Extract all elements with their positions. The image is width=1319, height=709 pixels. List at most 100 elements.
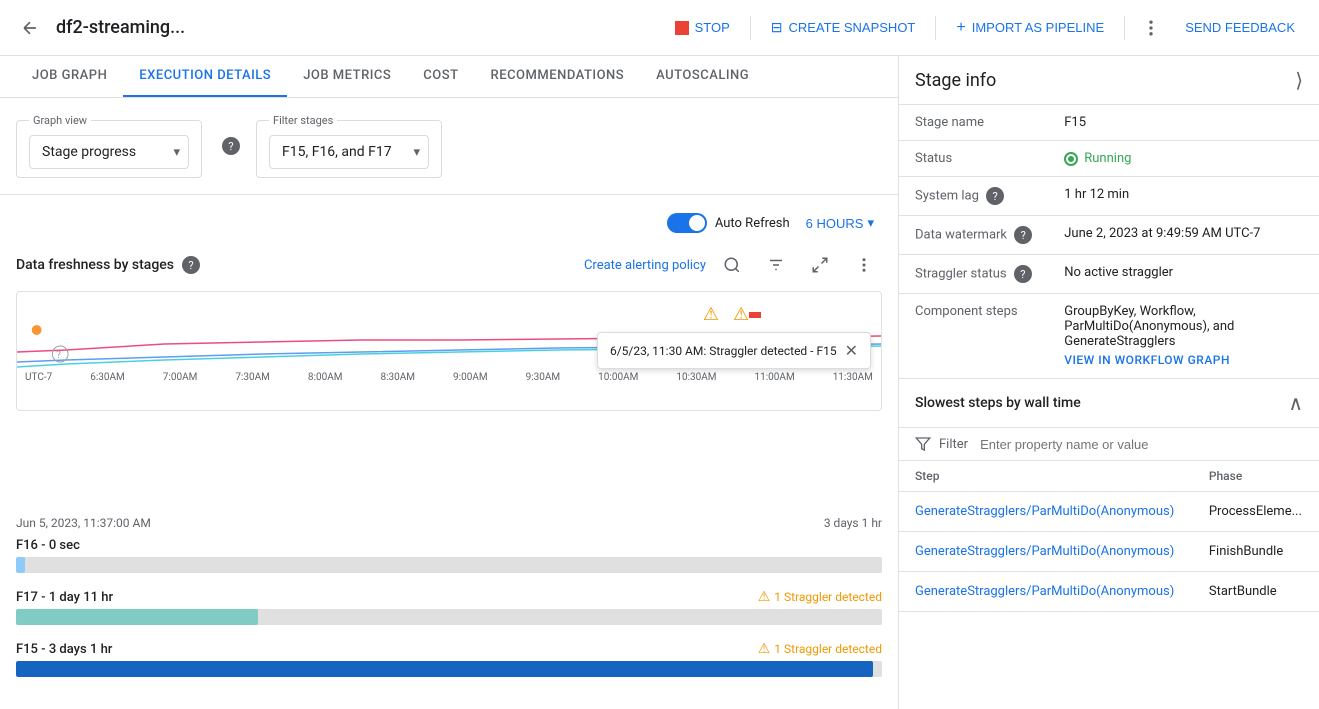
- x-label-7: 9:30AM: [526, 372, 561, 383]
- filter-stages-select-wrapper[interactable]: F15, F16, and F17 ▾ F15, F16, and F17: [269, 135, 429, 169]
- bar-label-f15: F15 - 3 days 1 hr: [16, 642, 112, 657]
- topbar-actions: STOP ⊟ CREATE SNAPSHOT + IMPORT AS PIPEL…: [663, 10, 1307, 46]
- bar-label-row-f15: F15 - 3 days 1 hr ⚠ 1 Straggler detected: [16, 641, 882, 657]
- bar-label-row-f16: F16 - 0 sec: [16, 538, 882, 553]
- component-steps-label: Component steps: [899, 294, 1048, 379]
- progress-bar-inner-f16: [16, 557, 25, 573]
- hours-button[interactable]: 6 HOURS ▾: [798, 211, 882, 235]
- controls-bar: Graph view Stage progress ▾ Stage progre…: [0, 98, 898, 195]
- warning-badge-2: ⚠: [733, 300, 761, 328]
- phase-col-header: Phase: [1193, 461, 1319, 492]
- bars-section: Jun 5, 2023, 11:37:00 AM 3 days 1 hr F16…: [0, 508, 898, 709]
- chart-fullscreen-button[interactable]: [802, 247, 838, 283]
- create-alert-link[interactable]: Create alerting policy: [584, 258, 706, 273]
- straggler-triangle-icon-f17: ⚠: [758, 589, 771, 605]
- svg-text:?: ?: [56, 350, 61, 361]
- x-label-2: 7:00AM: [163, 372, 198, 383]
- status-running-dot: [1064, 152, 1078, 166]
- step-name-0: GenerateStragglers/ParMultiDo(Anonymous): [899, 492, 1193, 532]
- tooltip-text: 6/5/23, 11:30 AM: Straggler detected - F…: [610, 344, 837, 358]
- bar-row-f16: F16 - 0 sec: [16, 538, 882, 573]
- tab-autoscaling[interactable]: AUTOSCALING: [640, 56, 765, 97]
- chart-more-button[interactable]: [846, 247, 882, 283]
- right-panel: Stage info ⟩ Stage name F15 Status Runni…: [899, 56, 1319, 709]
- bar-row-f17: F17 - 1 day 11 hr ⚠ 1 Straggler detected: [16, 589, 882, 625]
- progress-bar-outer-f16: [16, 557, 882, 573]
- info-row-straggler-status: Straggler status ? No active straggler: [899, 255, 1319, 294]
- stage-info-header: Stage info ⟩: [899, 56, 1319, 105]
- system-lag-value: 1 hr 12 min: [1048, 177, 1319, 216]
- tabs-bar: JOB GRAPH EXECUTION DETAILS JOB METRICS …: [0, 56, 898, 98]
- hours-label: 6 HOURS: [806, 216, 864, 231]
- auto-refresh-label: Auto Refresh: [715, 216, 790, 231]
- tab-execution-details[interactable]: EXECUTION DETAILS: [123, 56, 287, 97]
- chart-title: Data freshness by stages: [16, 257, 174, 273]
- status-value: Running: [1048, 141, 1319, 177]
- x-label-6: 9:00AM: [453, 372, 488, 383]
- x-label-0: UTC-7: [25, 372, 52, 383]
- view-workflow-graph-link[interactable]: VIEW IN WORKFLOW GRAPH: [1064, 353, 1230, 367]
- hours-chevron-icon: ▾: [867, 215, 874, 231]
- progress-bar-outer-f15: [16, 661, 882, 677]
- step-name-2: GenerateStragglers/ParMultiDo(Anonymous): [899, 572, 1193, 612]
- straggler-badge-f17: ⚠ 1 Straggler detected: [758, 589, 882, 605]
- stage-name-value: F15: [1048, 105, 1319, 141]
- back-button[interactable]: [12, 10, 48, 46]
- stop-button[interactable]: STOP: [663, 14, 742, 41]
- expand-panel-icon[interactable]: ⟩: [1295, 68, 1303, 92]
- bars-meta: Jun 5, 2023, 11:37:00 AM 3 days 1 hr: [16, 516, 882, 530]
- chart-search-button[interactable]: [714, 247, 750, 283]
- step-col-header: Step: [899, 461, 1193, 492]
- x-label-9: 10:30AM: [676, 372, 716, 383]
- x-label-10: 11:00AM: [755, 372, 795, 383]
- data-watermark-help-icon[interactable]: ?: [1014, 226, 1032, 244]
- x-label-4: 8:00AM: [308, 372, 343, 383]
- data-watermark-label: Data watermark ?: [899, 216, 1048, 255]
- bars-meta-right: 3 days 1 hr: [824, 516, 882, 530]
- stop-icon: [675, 21, 689, 35]
- auto-refresh-toggle[interactable]: [667, 213, 707, 233]
- progress-bar-inner-f17: [16, 609, 258, 625]
- x-label-8: 10:00AM: [598, 372, 638, 383]
- tab-job-metrics[interactable]: JOB METRICS: [287, 56, 407, 97]
- tooltip-close-icon[interactable]: ✕: [845, 341, 858, 360]
- chart-tooltip: 6/5/23, 11:30 AM: Straggler detected - F…: [597, 332, 871, 369]
- bars-meta-left: Jun 5, 2023, 11:37:00 AM: [16, 516, 151, 530]
- graph-view-help-icon[interactable]: ?: [222, 137, 240, 155]
- warning-triangle-icon-2: ⚠: [733, 304, 749, 325]
- more-menu-button[interactable]: [1133, 10, 1169, 46]
- tab-job-graph[interactable]: JOB GRAPH: [16, 56, 123, 97]
- snapshot-button[interactable]: ⊟ CREATE SNAPSHOT: [759, 13, 928, 42]
- filter-icon: [915, 436, 931, 452]
- straggler-triangle-icon-f15: ⚠: [758, 641, 771, 657]
- data-watermark-value: June 2, 2023 at 9:49:59 AM UTC-7: [1048, 216, 1319, 255]
- system-lag-help-icon[interactable]: ?: [986, 187, 1004, 205]
- chart-help-icon[interactable]: ?: [182, 256, 200, 274]
- step-phase-1: FinishBundle: [1193, 532, 1319, 572]
- x-label-3: 7:30AM: [235, 372, 270, 383]
- x-label-11: 11:30AM: [833, 372, 873, 383]
- straggler-status-help-icon[interactable]: ?: [1014, 265, 1032, 283]
- graph-view-select-wrapper[interactable]: Stage progress ▾ Stage progress: [29, 135, 189, 169]
- feedback-label: SEND FEEDBACK: [1185, 20, 1295, 35]
- info-row-status: Status Running: [899, 141, 1319, 177]
- x-label-5: 8:30AM: [380, 372, 415, 383]
- progress-bar-outer-f17: [16, 609, 882, 625]
- snapshot-icon: ⊟: [771, 19, 783, 36]
- step-row-0: GenerateStragglers/ParMultiDo(Anonymous)…: [899, 492, 1319, 532]
- warning-badge-1: ⚠: [697, 300, 725, 328]
- filter-input[interactable]: [980, 437, 1303, 452]
- stop-label: STOP: [695, 20, 730, 35]
- info-row-data-watermark: Data watermark ? June 2, 2023 at 9:49:59…: [899, 216, 1319, 255]
- stage-name-label: Stage name: [899, 105, 1048, 141]
- feedback-button[interactable]: SEND FEEDBACK: [1173, 14, 1307, 41]
- small-bar: [749, 312, 761, 318]
- tab-recommendations[interactable]: RECOMMENDATIONS: [475, 56, 641, 97]
- slowest-steps-header[interactable]: Slowest steps by wall time ∧: [899, 379, 1319, 428]
- import-label: IMPORT AS PIPELINE: [972, 20, 1104, 35]
- step-phase-2: StartBundle: [1193, 572, 1319, 612]
- import-button[interactable]: + IMPORT AS PIPELINE: [944, 13, 1116, 43]
- chart-filter-button[interactable]: [758, 247, 794, 283]
- tab-cost[interactable]: COST: [407, 56, 474, 97]
- straggler-badge-f15: ⚠ 1 Straggler detected: [758, 641, 882, 657]
